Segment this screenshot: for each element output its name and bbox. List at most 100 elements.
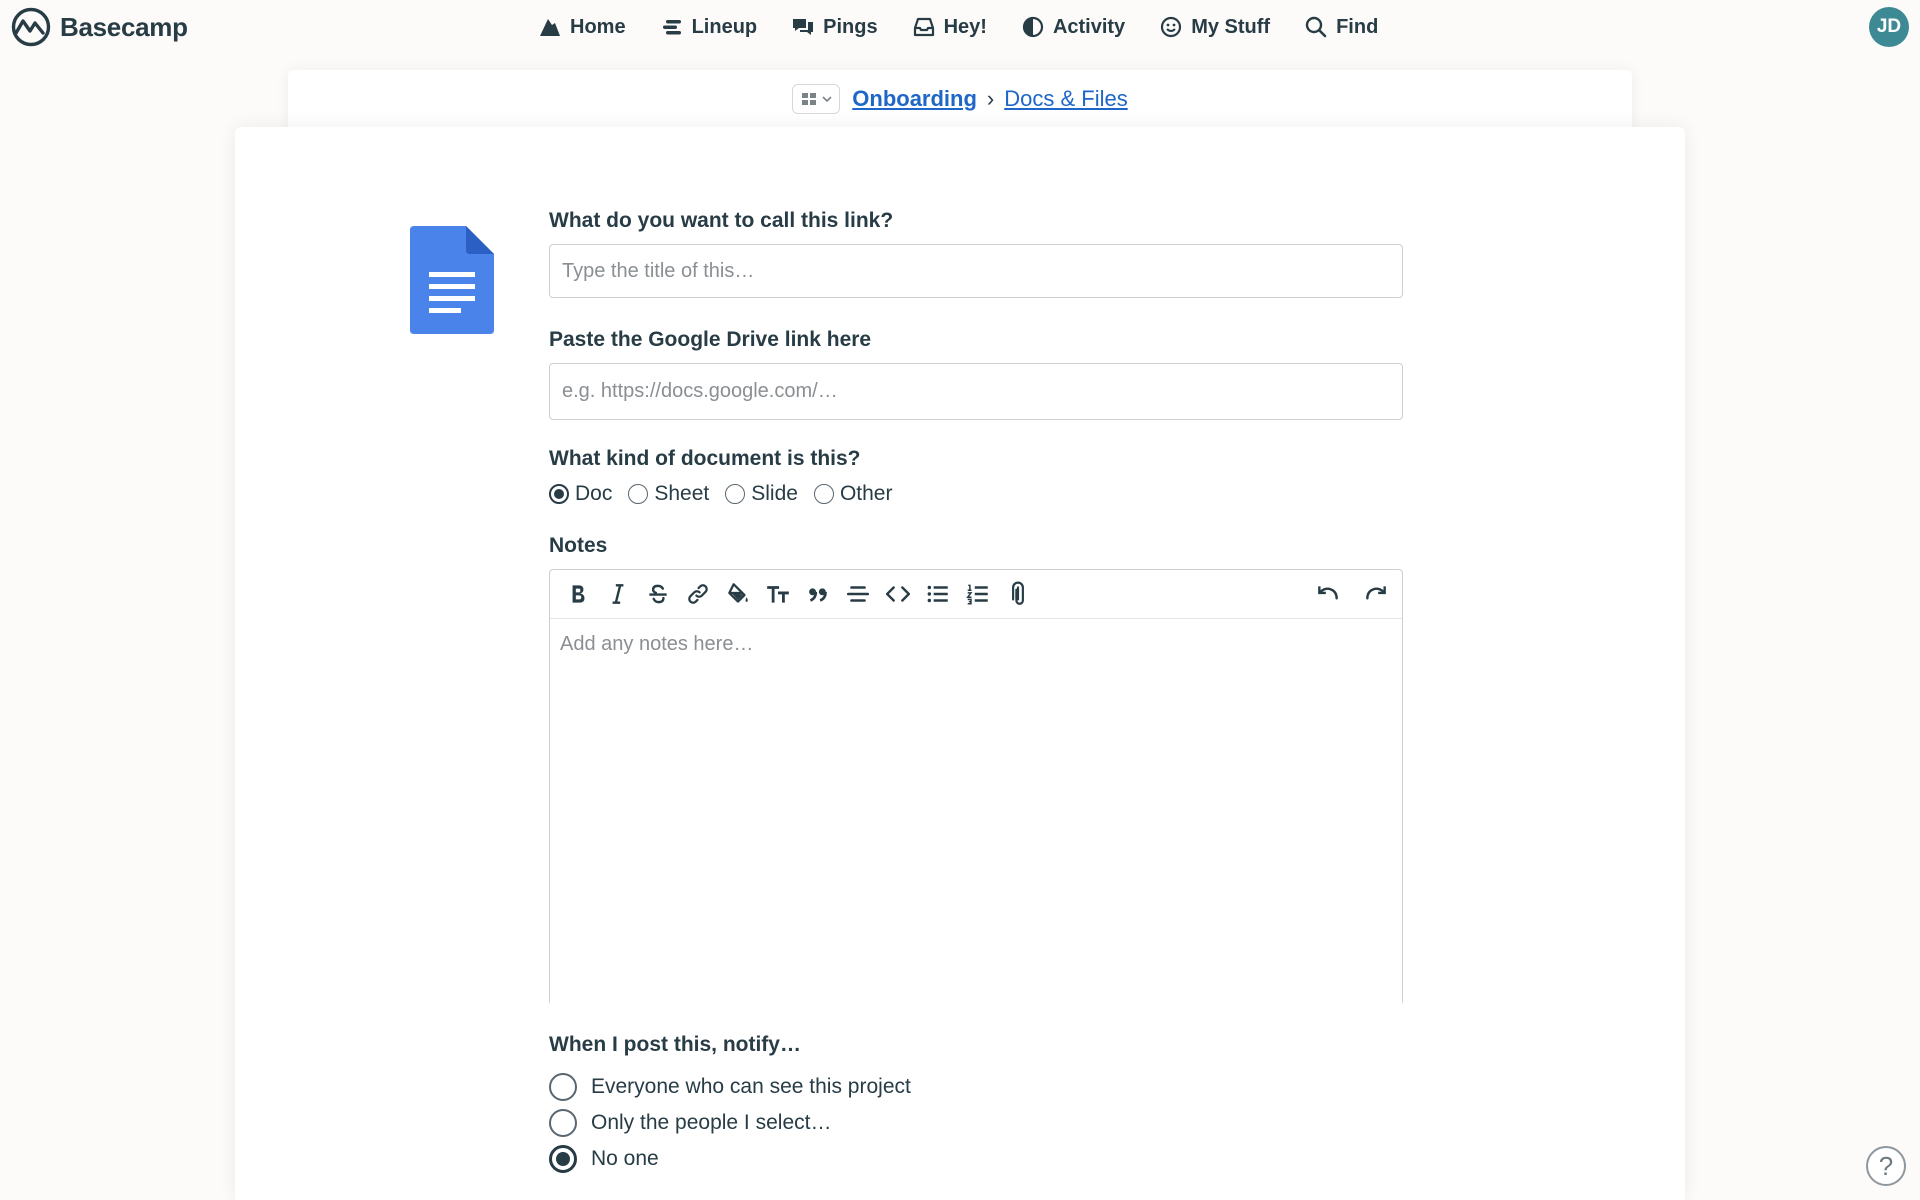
main-card: What do you want to call this link? Past… (235, 127, 1685, 1200)
divider-button[interactable] (838, 574, 878, 614)
google-doc-icon (410, 226, 494, 334)
highlight-button[interactable] (718, 574, 758, 614)
notify-label-text: Only the people I select… (591, 1111, 832, 1134)
avatar[interactable]: JD (1869, 7, 1909, 47)
code-button[interactable] (878, 574, 918, 614)
main-nav: Home Lineup Pings Hey! Activity My Stuff… (538, 8, 1378, 46)
nav-activity[interactable]: Activity (1021, 15, 1125, 39)
notify-option-everyone[interactable]: Everyone who can see this project (549, 1072, 1403, 1102)
text-size-icon (767, 586, 789, 603)
strikethrough-icon (649, 584, 667, 604)
bold-button[interactable] (558, 574, 598, 614)
notify-option-selected[interactable]: Only the people I select… (549, 1108, 1403, 1138)
title-label: What do you want to call this link? (549, 209, 894, 232)
numbered-list-button[interactable] (958, 574, 998, 614)
help-button[interactable]: ? (1866, 1146, 1906, 1186)
nav-my-stuff[interactable]: My Stuff (1159, 15, 1270, 39)
nav-hey[interactable]: Hey! (912, 15, 987, 39)
pings-icon (793, 19, 814, 35)
document-kind-options: Doc Sheet Slide Other (549, 479, 1403, 509)
italic-icon (612, 584, 624, 604)
basecamp-logo-icon (11, 7, 51, 47)
quote-button[interactable] (798, 574, 838, 614)
radio-sheet[interactable] (628, 484, 649, 504)
kind-option-doc[interactable]: Doc (549, 482, 612, 506)
nav-label: Hey! (943, 15, 987, 38)
breadcrumb-project-link[interactable]: Onboarding (852, 86, 977, 112)
activity-icon (1022, 16, 1044, 38)
nav-lineup[interactable]: Lineup (660, 15, 758, 39)
document-kind-label: What kind of document is this? (549, 447, 861, 470)
radio-everyone[interactable] (549, 1073, 577, 1101)
breadcrumb-section-link[interactable]: Docs & Files (1004, 86, 1127, 112)
link-button[interactable] (678, 574, 718, 614)
nav-label: Activity (1052, 15, 1126, 38)
top-navigation: Basecamp Home Lineup Pings Hey! Activity… (0, 0, 1920, 54)
kind-label: Other (839, 482, 893, 505)
notify-label-text: No one (591, 1147, 659, 1170)
numbered-list-icon (966, 584, 988, 605)
link-icon (688, 584, 708, 604)
nav-label: Find (1336, 15, 1379, 38)
undo-icon (1318, 586, 1338, 600)
breadcrumb: Onboarding › Docs & Files (288, 84, 1632, 114)
notes-label: Notes (549, 534, 608, 557)
basecamp-logo[interactable]: Basecamp (10, 7, 188, 47)
nav-find[interactable]: Find (1304, 15, 1378, 39)
notes-textarea[interactable] (550, 619, 1402, 1005)
smiley-icon (1161, 16, 1182, 38)
notify-options: Everyone who can see this project Only t… (549, 1072, 1403, 1174)
radio-doc[interactable] (549, 484, 569, 504)
notify-label: When I post this, notify… (549, 1033, 801, 1056)
google-drive-link-input[interactable] (549, 363, 1403, 420)
nav-label: Pings (823, 15, 878, 38)
search-icon (1305, 16, 1327, 38)
notify-label-text: Everyone who can see this project (591, 1075, 911, 1098)
project-switcher-button[interactable] (792, 84, 841, 114)
nav-pings[interactable]: Pings (791, 15, 878, 39)
kind-label: Slide (751, 482, 798, 505)
attachment-button[interactable] (998, 574, 1038, 614)
grid-icon (801, 93, 816, 105)
italic-button[interactable] (598, 574, 638, 614)
home-icon (540, 19, 560, 36)
lineup-icon (662, 20, 681, 35)
kind-option-slide[interactable]: Slide (725, 482, 798, 506)
nav-label: Lineup (691, 15, 758, 38)
nav-home[interactable]: Home (538, 15, 626, 39)
notify-option-no-one[interactable]: No one (549, 1144, 1403, 1174)
bullet-list-icon (927, 585, 948, 603)
strikethrough-button[interactable] (638, 574, 678, 614)
highlight-icon (728, 583, 748, 603)
radio-slide[interactable] (725, 484, 746, 504)
code-icon (885, 586, 911, 602)
kind-label: Doc (575, 482, 613, 505)
app-name: Basecamp (60, 11, 188, 42)
text-size-button[interactable] (758, 574, 798, 614)
nav-label: My Stuff (1191, 15, 1271, 38)
quote-icon (809, 588, 827, 602)
editor-toolbar (550, 570, 1402, 619)
history-controls (1308, 574, 1396, 614)
redo-button[interactable] (1356, 574, 1396, 614)
attachment-icon (1012, 581, 1024, 605)
radio-no-one[interactable] (549, 1145, 577, 1173)
bullet-list-button[interactable] (918, 574, 958, 614)
link-form: What do you want to call this link? Past… (549, 207, 1403, 1174)
radio-selected-people[interactable] (549, 1109, 577, 1137)
undo-button[interactable] (1308, 574, 1348, 614)
divider-icon (846, 586, 870, 602)
link-label: Paste the Google Drive link here (549, 328, 872, 351)
kind-option-sheet[interactable]: Sheet (628, 482, 709, 506)
kind-option-other[interactable]: Other (813, 482, 893, 506)
notes-editor (549, 569, 1403, 1005)
inbox-icon (913, 17, 934, 37)
bold-icon (572, 585, 585, 603)
redo-icon (1366, 586, 1386, 600)
radio-other[interactable] (813, 484, 834, 504)
breadcrumb-separator: › (986, 86, 995, 111)
chevron-down-icon (822, 96, 832, 103)
nav-label: Home (570, 15, 626, 38)
title-input[interactable] (549, 244, 1403, 298)
kind-label: Sheet (654, 482, 710, 505)
